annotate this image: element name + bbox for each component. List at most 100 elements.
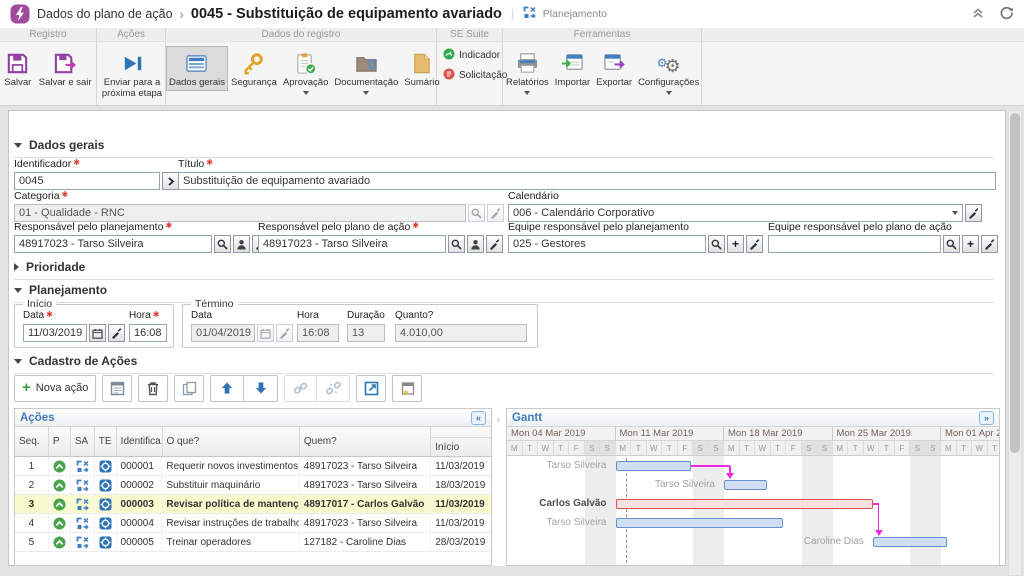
gantt-bar[interactable]	[616, 461, 692, 471]
action-status-icon[interactable]	[71, 514, 95, 532]
approval-button[interactable]: Aprovação	[280, 46, 331, 98]
timesheet-icon[interactable]	[95, 457, 117, 475]
timesheet-icon[interactable]	[95, 533, 117, 551]
action-table-row[interactable]: 3000003Revisar política de mantenção4891…	[15, 495, 491, 514]
identifier-cell: 000004	[117, 514, 163, 532]
save-button[interactable]: Salvar	[1, 46, 34, 91]
clean-icon[interactable]	[981, 235, 998, 253]
user-icon[interactable]	[467, 235, 484, 253]
equipe-plano-input[interactable]	[768, 235, 941, 253]
action-table-row[interactable]: 1000001Requerir novos investimentos48917…	[15, 457, 491, 476]
fieldset-legend: Término	[191, 298, 238, 310]
add-icon[interactable]: +	[962, 235, 979, 253]
termino-hora-field: Hora 16:08	[297, 310, 339, 342]
column-header-identificador[interactable]: Identifica...	[117, 427, 163, 456]
delete-icon[interactable]	[138, 375, 168, 402]
section-dados-gerais[interactable]: Dados gerais	[14, 138, 994, 158]
documentation-button[interactable]: Documentação	[331, 46, 401, 98]
gantt-bar-label: Caroline Dias	[804, 536, 864, 548]
priority-up-icon[interactable]	[49, 533, 71, 551]
panel-splitter[interactable]	[492, 408, 506, 566]
priority-up-icon[interactable]	[49, 495, 71, 513]
column-header-p[interactable]: P	[49, 427, 71, 456]
next-icon[interactable]	[162, 172, 179, 190]
inicio-hora-input[interactable]: 16:08	[129, 324, 167, 342]
column-header-inicio[interactable]: Início	[431, 427, 491, 456]
save-exit-button[interactable]: Salvar e sair	[36, 46, 95, 91]
settings-button[interactable]: ⚙⚙ Configurações	[635, 46, 702, 98]
inicio-data-input[interactable]: 11/03/2019	[23, 324, 87, 342]
priority-up-icon[interactable]	[49, 457, 71, 475]
gantt-bar[interactable]	[616, 499, 873, 509]
gantt-bar[interactable]	[873, 537, 947, 547]
action-table-row[interactable]: 4000004Revisar instruções de trabalho489…	[15, 514, 491, 533]
seq-cell: 3	[15, 495, 49, 513]
splitter-handle-icon[interactable]: ‹	[497, 414, 500, 424]
equipe-planejamento-input[interactable]: 025 - Gestores	[508, 235, 706, 253]
batch-add-icon[interactable]: ★	[392, 375, 422, 402]
timesheet-icon[interactable]	[95, 514, 117, 532]
priority-up-icon[interactable]	[49, 476, 71, 494]
action-table-row[interactable]: 2000002Substituir maquinário48917023 - T…	[15, 476, 491, 495]
list-view-icon[interactable]	[102, 375, 132, 402]
security-button[interactable]: Segurança	[228, 46, 280, 91]
action-status-icon[interactable]	[71, 457, 95, 475]
section-prioridade[interactable]: Prioridade	[14, 260, 994, 280]
search-icon[interactable]	[708, 235, 725, 253]
scrollbar-thumb[interactable]	[1010, 113, 1020, 453]
request-button[interactable]: Solicitação	[443, 68, 507, 83]
timesheet-icon[interactable]	[95, 476, 117, 494]
add-icon[interactable]: +	[727, 235, 744, 253]
collapse-panel-button[interactable]: «	[471, 411, 486, 425]
action-status-icon[interactable]	[71, 533, 95, 551]
section-planejamento[interactable]: Planejamento	[14, 283, 994, 303]
general-data-button[interactable]: Dados gerais	[166, 46, 228, 91]
priority-up-icon[interactable]	[49, 514, 71, 532]
clean-icon[interactable]	[965, 204, 982, 222]
clean-icon[interactable]	[486, 235, 503, 253]
copy-icon[interactable]	[174, 375, 204, 402]
column-header-seq[interactable]: Seq.	[15, 427, 49, 456]
clean-icon[interactable]	[108, 324, 125, 342]
new-action-button[interactable]: + Nova ação	[14, 375, 96, 402]
titulo-input[interactable]: Substituição de equipamento avariado	[178, 172, 996, 190]
action-status-icon[interactable]	[71, 495, 95, 513]
weekend-stripe	[802, 456, 833, 565]
reports-button[interactable]: Relatórios	[503, 46, 552, 98]
edit-icon[interactable]	[356, 375, 386, 402]
search-icon[interactable]	[448, 235, 465, 253]
action-status-icon[interactable]	[71, 476, 95, 494]
breadcrumb[interactable]: Dados do plano de ação	[37, 7, 173, 21]
import-button[interactable]: Importar	[552, 46, 593, 91]
calendario-select[interactable]: 006 - Calendário Corporativo	[508, 204, 963, 222]
action-table-row[interactable]: 5000005Treinar operadores127182 - Caroli…	[15, 533, 491, 552]
column-header-quem[interactable]: Quem?	[300, 427, 431, 456]
move-up-icon[interactable]	[210, 375, 244, 402]
column-header-o-que[interactable]: O que?	[163, 427, 300, 456]
search-icon[interactable]	[943, 235, 960, 253]
collapse-ribbon-icon[interactable]	[971, 6, 985, 23]
refresh-icon[interactable]	[999, 5, 1014, 23]
export-button[interactable]: Exportar	[593, 46, 635, 91]
clean-icon[interactable]	[746, 235, 763, 253]
indicator-button[interactable]: Indicador	[443, 48, 500, 63]
section-cadastro-acoes[interactable]: Cadastro de Ações	[14, 354, 994, 374]
column-header-sa[interactable]: SA	[71, 427, 95, 456]
column-header-te[interactable]: TE	[95, 427, 117, 456]
identificador-input[interactable]: 0045	[14, 172, 160, 190]
move-down-icon[interactable]	[244, 375, 278, 402]
calendar-icon[interactable]	[89, 324, 106, 342]
resp-plano-input[interactable]: 48917023 - Tarso Silveira	[258, 235, 446, 253]
expand-panel-button[interactable]: »	[979, 411, 994, 425]
gantt-bar[interactable]	[616, 518, 783, 528]
gantt-bar[interactable]	[724, 480, 767, 490]
user-icon[interactable]	[233, 235, 250, 253]
timesheet-icon[interactable]	[95, 495, 117, 513]
gantt-day-header: MTWTFSSMTWTFSSMTWTFSSMTWTFSSMTWTFSS	[507, 441, 999, 456]
search-icon[interactable]	[214, 235, 231, 253]
what-cell: Treinar operadores	[162, 533, 299, 551]
termino-fieldset: Término Data 01/04/2019 Hora 16:08 Duraç…	[182, 304, 538, 348]
vertical-scrollbar[interactable]	[1008, 110, 1022, 576]
send-next-step-button[interactable]: Enviar para a próxima etapa	[97, 46, 167, 102]
resp-planejamento-input[interactable]: 48917023 - Tarso Silveira	[14, 235, 212, 253]
